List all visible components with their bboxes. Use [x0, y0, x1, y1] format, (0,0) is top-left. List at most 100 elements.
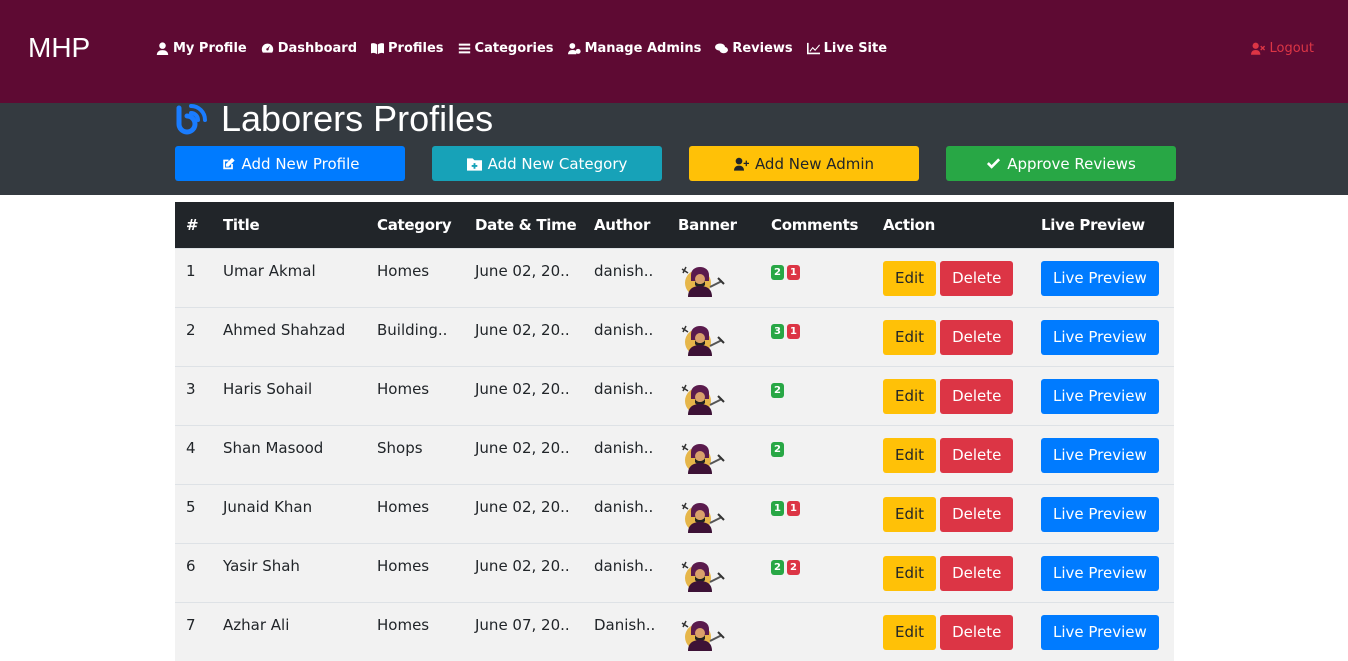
- approved-comments-badge[interactable]: 2: [771, 382, 784, 398]
- delete-button[interactable]: Delete: [940, 260, 1014, 296]
- pending-comments-badge[interactable]: 1: [786, 500, 800, 516]
- table-row: 6 Yasir Shah Homes June 02, 20.. danish.…: [175, 543, 1174, 602]
- cell-num: 7: [175, 602, 212, 661]
- cell-author: danish..: [583, 425, 667, 484]
- delete-button[interactable]: Delete: [940, 319, 1014, 355]
- cell-author: danish..: [583, 366, 667, 425]
- logout-label: Logout: [1269, 41, 1314, 56]
- nav-manage-admins[interactable]: Manage Admins: [567, 41, 702, 56]
- table-row: 7 Azhar Ali Homes June 07, 20.. Danish..: [175, 602, 1174, 661]
- row-num: 2: [186, 320, 196, 339]
- approved-comments-badge[interactable]: 2: [771, 559, 784, 575]
- approved-comments-badge[interactable]: 2: [771, 441, 784, 457]
- live-preview-button[interactable]: Live Preview: [1041, 437, 1159, 473]
- add-category-button[interactable]: Add New Category: [432, 146, 662, 181]
- live-preview-button[interactable]: Live Preview: [1041, 496, 1159, 532]
- add-admin-button[interactable]: Add New Admin: [689, 146, 919, 181]
- edit-button[interactable]: Edit: [883, 260, 937, 296]
- edit-button[interactable]: Edit: [883, 437, 937, 473]
- comment-badges: 2 2: [771, 544, 872, 575]
- cell-title: Junaid Khan: [212, 484, 366, 543]
- live-preview-button[interactable]: Live Preview: [1041, 378, 1159, 414]
- add-admin-label: Add New Admin: [754, 154, 875, 173]
- nav-dashboard[interactable]: Dashboard: [261, 41, 357, 56]
- cell-title: Azhar Ali: [212, 602, 366, 661]
- nav-categories[interactable]: Categories: [458, 41, 554, 56]
- delete-button[interactable]: Delete: [940, 614, 1014, 650]
- cell-category: Homes: [366, 602, 464, 661]
- cell-datetime: June 02, 20..: [464, 366, 583, 425]
- nav-reviews[interactable]: Reviews: [715, 41, 793, 56]
- cell-title: Ahmed Shahzad: [212, 307, 366, 366]
- approved-comments-badge[interactable]: 3: [771, 323, 784, 339]
- edit-button[interactable]: Edit: [883, 496, 937, 532]
- row-category: Shops: [377, 438, 423, 457]
- cell-comments: [760, 602, 872, 661]
- nav-dashboard-label: Dashboard: [277, 41, 358, 56]
- cell-live-preview: Live Preview: [1030, 248, 1174, 307]
- nav-my-profile[interactable]: My Profile: [156, 41, 247, 56]
- row-category: Homes: [377, 556, 430, 575]
- pending-comments-badge[interactable]: 2: [786, 559, 800, 575]
- cell-comments: 2: [760, 425, 872, 484]
- nav-live-site[interactable]: Live Site: [806, 41, 888, 56]
- row-num: 6: [186, 556, 196, 575]
- col-header-datetime: Date & Time: [475, 215, 577, 234]
- col-header-action: Action: [883, 215, 935, 234]
- edit-button[interactable]: Edit: [883, 555, 937, 591]
- row-num: 7: [186, 615, 196, 634]
- live-preview-button[interactable]: Live Preview: [1041, 319, 1159, 355]
- cell-num: 5: [175, 484, 212, 543]
- edit-button[interactable]: Edit: [883, 614, 937, 650]
- live-preview-button[interactable]: Live Preview: [1041, 260, 1159, 296]
- nav-categories-label: Categories: [474, 41, 554, 56]
- delete-button[interactable]: Delete: [940, 378, 1014, 414]
- row-category: Building..: [377, 320, 448, 339]
- add-profile-button[interactable]: Add New Profile: [175, 146, 405, 181]
- approved-comments-badge[interactable]: 1: [771, 500, 784, 516]
- banner-thumbnail: [681, 325, 725, 356]
- cell-live-preview: Live Preview: [1030, 366, 1174, 425]
- edit-icon: [222, 157, 235, 169]
- approved-comments-badge[interactable]: 2: [771, 264, 784, 280]
- user-plus-icon: [733, 157, 749, 171]
- delete-button[interactable]: Delete: [940, 437, 1014, 473]
- cell-banner: [667, 425, 760, 484]
- action-buttons: Add New Profile Add New Category Add New…: [175, 146, 1176, 181]
- cell-category: Building..: [366, 307, 464, 366]
- comment-badges: 2: [771, 426, 872, 457]
- profiles-table-wrapper: # Title Category Date & Time Author Bann…: [175, 202, 1174, 661]
- row-datetime: June 02, 20..: [475, 261, 570, 280]
- delete-button[interactable]: Delete: [940, 555, 1014, 591]
- cell-author: Danish..: [583, 602, 667, 661]
- banner-thumbnail: [681, 620, 725, 651]
- page-title-text: Laborers Profiles: [221, 98, 494, 139]
- cell-live-preview: Live Preview: [1030, 307, 1174, 366]
- cell-live-preview: Live Preview: [1030, 425, 1174, 484]
- live-preview-button[interactable]: Live Preview: [1041, 614, 1159, 650]
- nav-profiles[interactable]: Profiles: [371, 41, 444, 56]
- edit-button[interactable]: Edit: [883, 378, 937, 414]
- delete-button[interactable]: Delete: [940, 496, 1014, 532]
- comments-icon: [715, 43, 729, 54]
- table-header-row: # Title Category Date & Time Author Bann…: [175, 202, 1174, 248]
- top-navbar: MHP My Profile Dashboard Profiles Catego…: [0, 0, 1348, 103]
- live-preview-button[interactable]: Live Preview: [1041, 555, 1159, 591]
- approve-reviews-button[interactable]: Approve Reviews: [946, 146, 1176, 181]
- table-row: 3 Haris Sohail Homes June 02, 20.. danis…: [175, 366, 1174, 425]
- logout-link[interactable]: Logout: [1251, 41, 1314, 56]
- edit-button[interactable]: Edit: [883, 319, 937, 355]
- pending-comments-badge[interactable]: 1: [786, 264, 800, 280]
- cell-author: danish..: [583, 248, 667, 307]
- nav-manage-admins-label: Manage Admins: [584, 41, 702, 56]
- nav-live-site-label: Live Site: [823, 41, 888, 56]
- brand-logo[interactable]: MHP: [28, 32, 90, 64]
- pending-comments-badge[interactable]: 1: [786, 323, 800, 339]
- row-author: danish..: [594, 320, 654, 339]
- row-num: 5: [186, 497, 196, 516]
- col-header-author: Author: [594, 215, 651, 234]
- row-title: Junaid Khan: [223, 497, 313, 516]
- nav-my-profile-label: My Profile: [173, 41, 247, 56]
- folder-plus-icon: [466, 157, 482, 171]
- cell-num: 3: [175, 366, 212, 425]
